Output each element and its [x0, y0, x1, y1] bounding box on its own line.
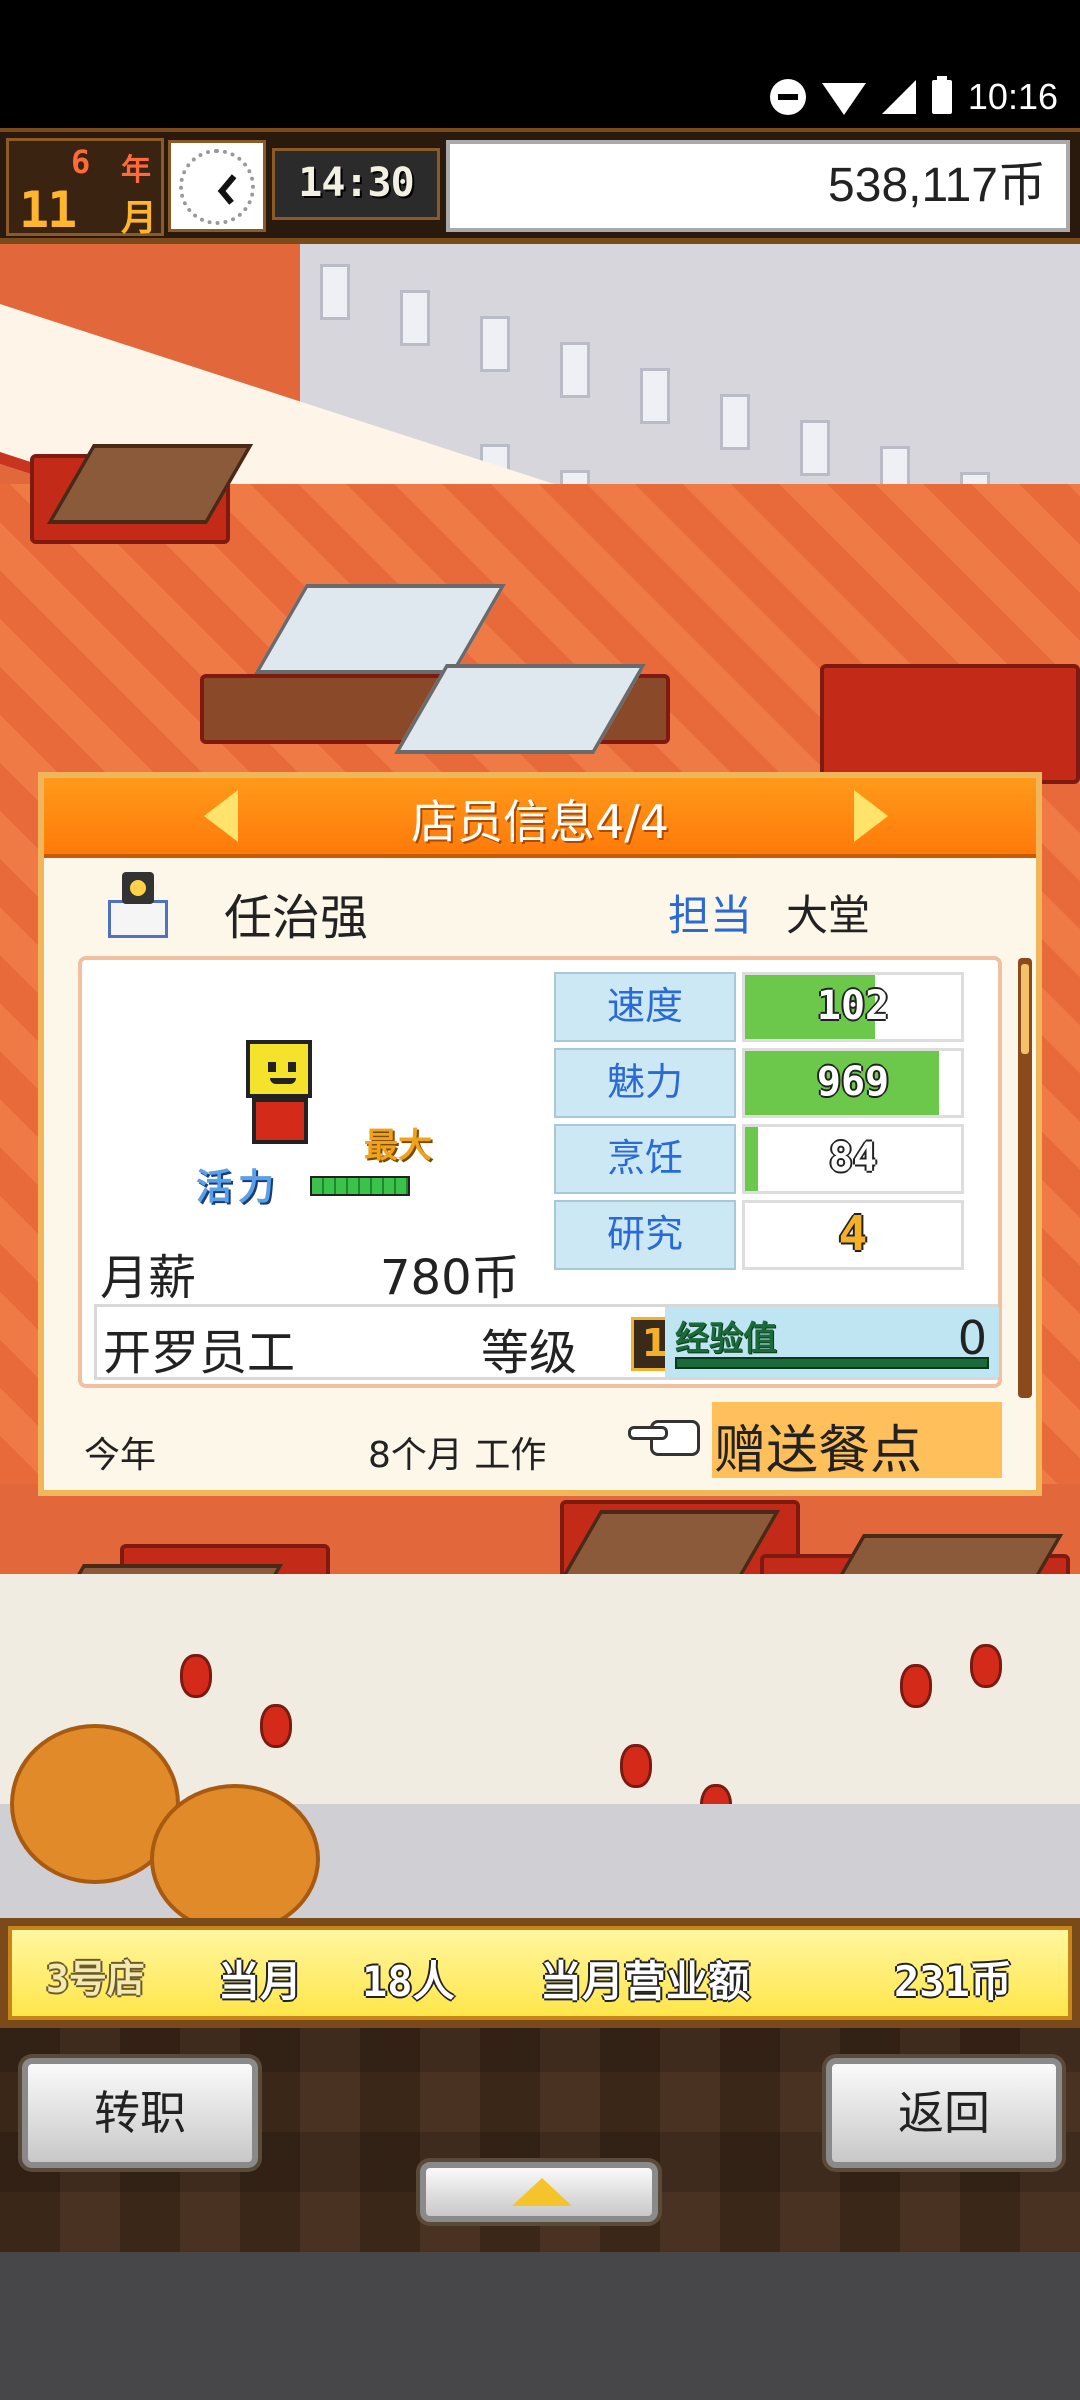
- transfer-job-button[interactable]: 转职: [22, 2058, 258, 2168]
- lantern-icon: [260, 1704, 292, 1748]
- do-not-disturb-icon: [769, 79, 806, 115]
- job-level-row: 开罗员工 等级 1 经验值 0: [94, 1304, 999, 1381]
- battery-icon: [931, 76, 952, 114]
- level-label: 等级: [481, 1325, 578, 1381]
- next-staff-arrow-icon[interactable]: [854, 790, 888, 842]
- game-time: 14:30: [272, 148, 440, 220]
- gift-meal-button[interactable]: 赠送餐点: [628, 1402, 1002, 1481]
- store-info-bar: 3号店 当月 18人 当月营业额 231币: [0, 1918, 1080, 2028]
- stamina-label: 活力: [196, 1167, 281, 1208]
- stamina-bar-fill: [312, 1178, 408, 1194]
- experience-bar: [675, 1357, 989, 1369]
- stat-value-box: 969: [742, 1048, 964, 1118]
- department-label: 担当: [668, 891, 753, 940]
- stat-label: 速度: [554, 972, 736, 1042]
- expand-menu-button[interactable]: [420, 2162, 658, 2222]
- stat-row-speed: 速度 102: [554, 968, 964, 1044]
- stat-value-box: 84: [742, 1124, 964, 1194]
- store-name: 3号店: [46, 1957, 145, 2001]
- lantern-icon: [180, 1654, 212, 1698]
- salary-label: 月薪: [100, 1250, 197, 1306]
- dialog-header: 店员信息4/4: [44, 778, 1036, 858]
- experience-box: 经验值 0: [665, 1307, 999, 1377]
- game-screen: 10:16 6 年 11 月 14:30 538,117币 店员信息4/4 任治…: [0, 0, 1080, 2400]
- stat-value-box: 4: [742, 1200, 964, 1270]
- money-display: 538,117币: [446, 140, 1070, 232]
- lantern-icon: [900, 1664, 932, 1708]
- monthly-sales-label: 当月营业额: [540, 1957, 751, 2006]
- stamina-bar: [310, 1176, 410, 1196]
- booth-seat: [820, 664, 1080, 784]
- store-info-panel: 3号店 当月 18人 当月营业额 231币: [8, 1926, 1072, 2020]
- stat-value: 84: [828, 1135, 878, 1181]
- status-time: 10:16: [967, 76, 1058, 117]
- month-number: 11: [19, 181, 77, 239]
- staff-character-sprite: [244, 1040, 316, 1144]
- lantern-icon: [620, 1744, 652, 1788]
- signal-icon: [881, 80, 916, 114]
- stat-value: 102: [816, 983, 890, 1029]
- stat-row-research: 研究 4: [554, 1196, 964, 1272]
- month-label: 当月: [218, 1957, 303, 2006]
- system-status-bar: 10:16: [0, 0, 1080, 128]
- clock-face: [179, 149, 255, 225]
- work-year-label: 今年: [84, 1435, 157, 1476]
- year-label: 年: [121, 153, 151, 188]
- staff-type-icon: [106, 872, 170, 942]
- gift-meal-label[interactable]: 赠送餐点: [714, 1408, 922, 1483]
- work-duration: 8个月 工作: [368, 1435, 547, 1476]
- stat-value: 4: [838, 1206, 868, 1262]
- staff-name: 任治强: [224, 890, 369, 946]
- date-display: 6 年 11 月: [6, 138, 164, 239]
- stat-value-box: 102: [742, 972, 964, 1042]
- max-badge: 最大: [364, 1126, 432, 1166]
- stat-value: 969: [816, 1059, 890, 1105]
- job-title: 开罗员工: [103, 1325, 296, 1381]
- up-arrow-icon: [512, 2178, 572, 2206]
- clock-icon: [168, 140, 266, 232]
- year-number: 6: [71, 143, 91, 181]
- experience-label: 经验值: [675, 1319, 777, 1359]
- salary-value: 780币: [380, 1250, 520, 1306]
- game-top-bar: 6 年 11 月 14:30 538,117币: [0, 128, 1080, 244]
- stat-label: 研究: [554, 1200, 736, 1270]
- lantern-icon: [970, 1644, 1002, 1688]
- department-value: 大堂: [786, 891, 871, 940]
- system-nav-bar: [0, 2252, 1080, 2400]
- staff-info-dialog: 店员信息4/4 任治强 担当 大堂 最大 活力 月薪 780币 速度 102 魅…: [38, 772, 1042, 1496]
- month-label: 月: [121, 198, 158, 239]
- stat-row-cooking: 烹饪 84: [554, 1120, 964, 1196]
- stat-label: 魅力: [554, 1048, 736, 1118]
- stat-label: 烹饪: [554, 1124, 736, 1194]
- monthly-customers: 18人: [362, 1957, 455, 2006]
- pointing-hand-icon: [628, 1416, 708, 1460]
- stat-row-charm: 魅力 969: [554, 1044, 964, 1120]
- status-icons: 10:16: [769, 76, 1058, 118]
- dialog-scrollbar-thumb[interactable]: [1021, 964, 1029, 1054]
- bottom-controls: 转职 返回: [0, 2028, 1080, 2252]
- monthly-sales-value: 231币: [894, 1957, 1012, 2006]
- back-button[interactable]: 返回: [826, 2058, 1062, 2168]
- stats-table: 速度 102 魅力 969 烹饪 84 研究 4: [554, 968, 964, 1272]
- wifi-icon: [821, 83, 866, 115]
